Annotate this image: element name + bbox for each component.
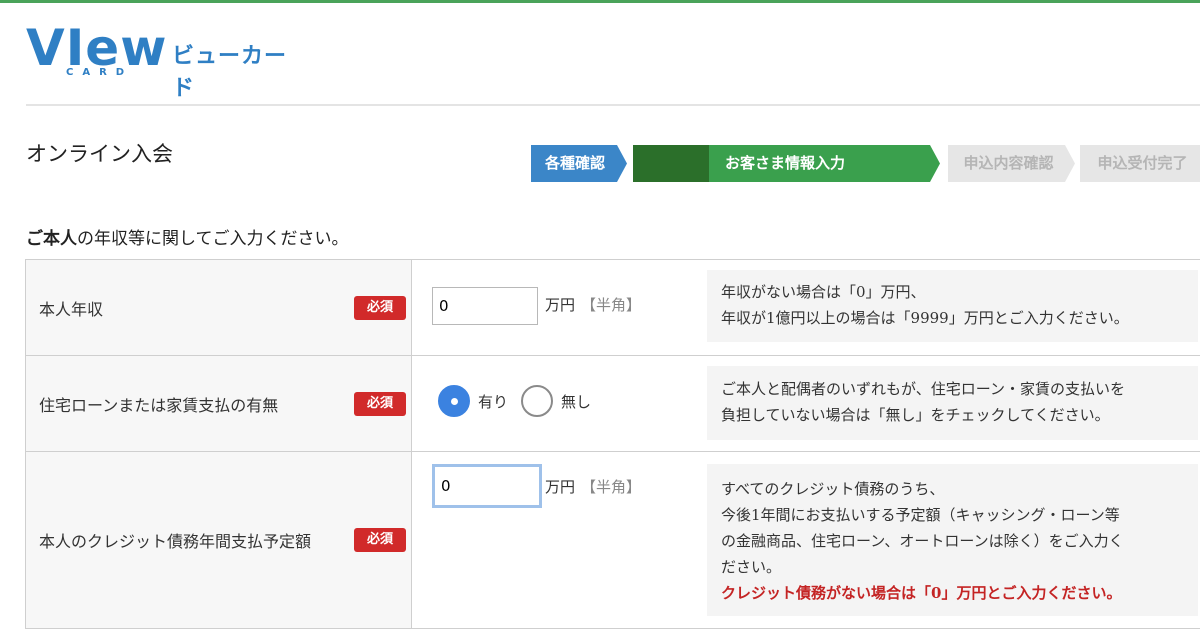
logo-wordmark: VIew <box>26 19 168 77</box>
radio-yes[interactable]: 有り <box>438 384 528 418</box>
required-badge: 必須 <box>354 295 406 320</box>
label-cell: 住宅ローンまたは家賃支払の有無 必須 <box>25 356 412 451</box>
radio-no-control[interactable] <box>521 385 553 417</box>
half-width-note: 【半角】 <box>581 296 642 314</box>
radio-no[interactable]: 無し <box>521 384 611 418</box>
label-cell: 本人のクレジット債務年間支払予定額 必須 <box>25 452 412 628</box>
housing-payment-label: 住宅ローンまたは家賃支払の有無 <box>39 395 279 415</box>
help-line: 年収が1億円以上の場合は「9999」万円とご入力ください。 <box>721 309 1129 327</box>
label-cell: 本人年収 必須 <box>25 260 412 355</box>
intro-bold: ご本人 <box>26 229 77 249</box>
radio-yes-label: 有り <box>478 392 509 411</box>
help-line: 今後1年間にお支払いする予定額（キャッシング・ローン等 <box>721 506 1120 524</box>
unit-label: 万円 <box>545 478 576 496</box>
help-line: ださい。 <box>721 558 782 576</box>
view-card-logo[interactable]: VIew CARD ビューカード <box>26 19 306 101</box>
annual-income-help: 年収がない場合は「0」万円、 年収が1億円以上の場合は「9999」万円とご入力く… <box>707 270 1198 342</box>
half-width-note: 【半角】 <box>581 478 642 496</box>
unit-note: 万円 【半角】 <box>545 294 641 315</box>
help-line: すべてのクレジット債務のうち、 <box>721 480 945 498</box>
help-line: 年収がない場合は「0」万円、 <box>721 283 926 301</box>
credit-debt-help: すべてのクレジット債務のうち、 今後1年間にお支払いする予定額（キャッシング・ロ… <box>707 464 1198 616</box>
step-review: 申込内容確認 <box>948 145 1075 182</box>
credit-debt-input[interactable] <box>432 464 542 508</box>
annual-income-input[interactable] <box>432 287 538 325</box>
top-accent-bar <box>0 0 1200 3</box>
income-form: 本人年収 必須 万円【半角】 年収がない場合は「0」万円、 年収が1億円以上の場… <box>25 259 1200 629</box>
header-divider <box>26 104 1200 106</box>
intro-text: の年収等に関してご入力ください。 <box>77 229 349 249</box>
section-intro: ご本人の年収等に関してご入力ください。 <box>26 224 349 249</box>
step-confirmation: 各種確認 <box>531 145 627 182</box>
unit-label: 万円 <box>545 296 576 314</box>
logo-card-text: CARD <box>66 67 134 78</box>
help-line: ご本人と配偶者のいずれもが、住宅ローン・家賃の支払いを <box>721 380 1125 398</box>
help-warning: クレジット債務がない場合は「0」万円とご入力ください。 <box>721 584 1122 602</box>
required-badge: 必須 <box>354 528 406 552</box>
row-annual-income: 本人年収 必須 万円【半角】 年収がない場合は「0」万円、 年収が1億円以上の場… <box>25 260 1200 356</box>
step-customer-info: お客さま情報入力 <box>633 145 940 182</box>
logo-japanese: ビューカード <box>172 44 288 101</box>
required-badge: 必須 <box>354 391 406 416</box>
help-line: の金融商品、住宅ローン、オートローンは除く）をご入力く <box>721 532 1124 550</box>
unit-note: 万円 【半角】 <box>545 476 641 497</box>
step-customer-info-label: お客さま情報入力 <box>725 154 846 172</box>
radio-no-label: 無し <box>561 392 592 411</box>
step-progress-fill <box>633 145 709 182</box>
row-credit-debt: 本人のクレジット債務年間支払予定額 必須 万円【半角】 すべてのクレジット債務の… <box>25 452 1200 629</box>
page-title: オンライン入会 <box>26 142 173 166</box>
credit-debt-label: 本人のクレジット債務年間支払予定額 <box>39 532 312 551</box>
housing-payment-help: ご本人と配偶者のいずれもが、住宅ローン・家賃の支払いを 負担していない場合は「無… <box>707 366 1198 440</box>
help-line: 負担していない場合は「無し」をチェックしてください。 <box>721 406 1110 424</box>
step-complete: 申込受付完了 <box>1080 145 1200 182</box>
annual-income-label: 本人年収 <box>39 299 104 319</box>
progress-steps: 各種確認 お客さま情報入力 申込内容確認 申込受付完了 <box>531 145 1200 182</box>
row-housing-payment: 住宅ローンまたは家賃支払の有無 必須 有り 無し ご本人と配偶者のいずれもが、住… <box>25 356 1200 452</box>
radio-yes-control[interactable] <box>438 385 470 417</box>
